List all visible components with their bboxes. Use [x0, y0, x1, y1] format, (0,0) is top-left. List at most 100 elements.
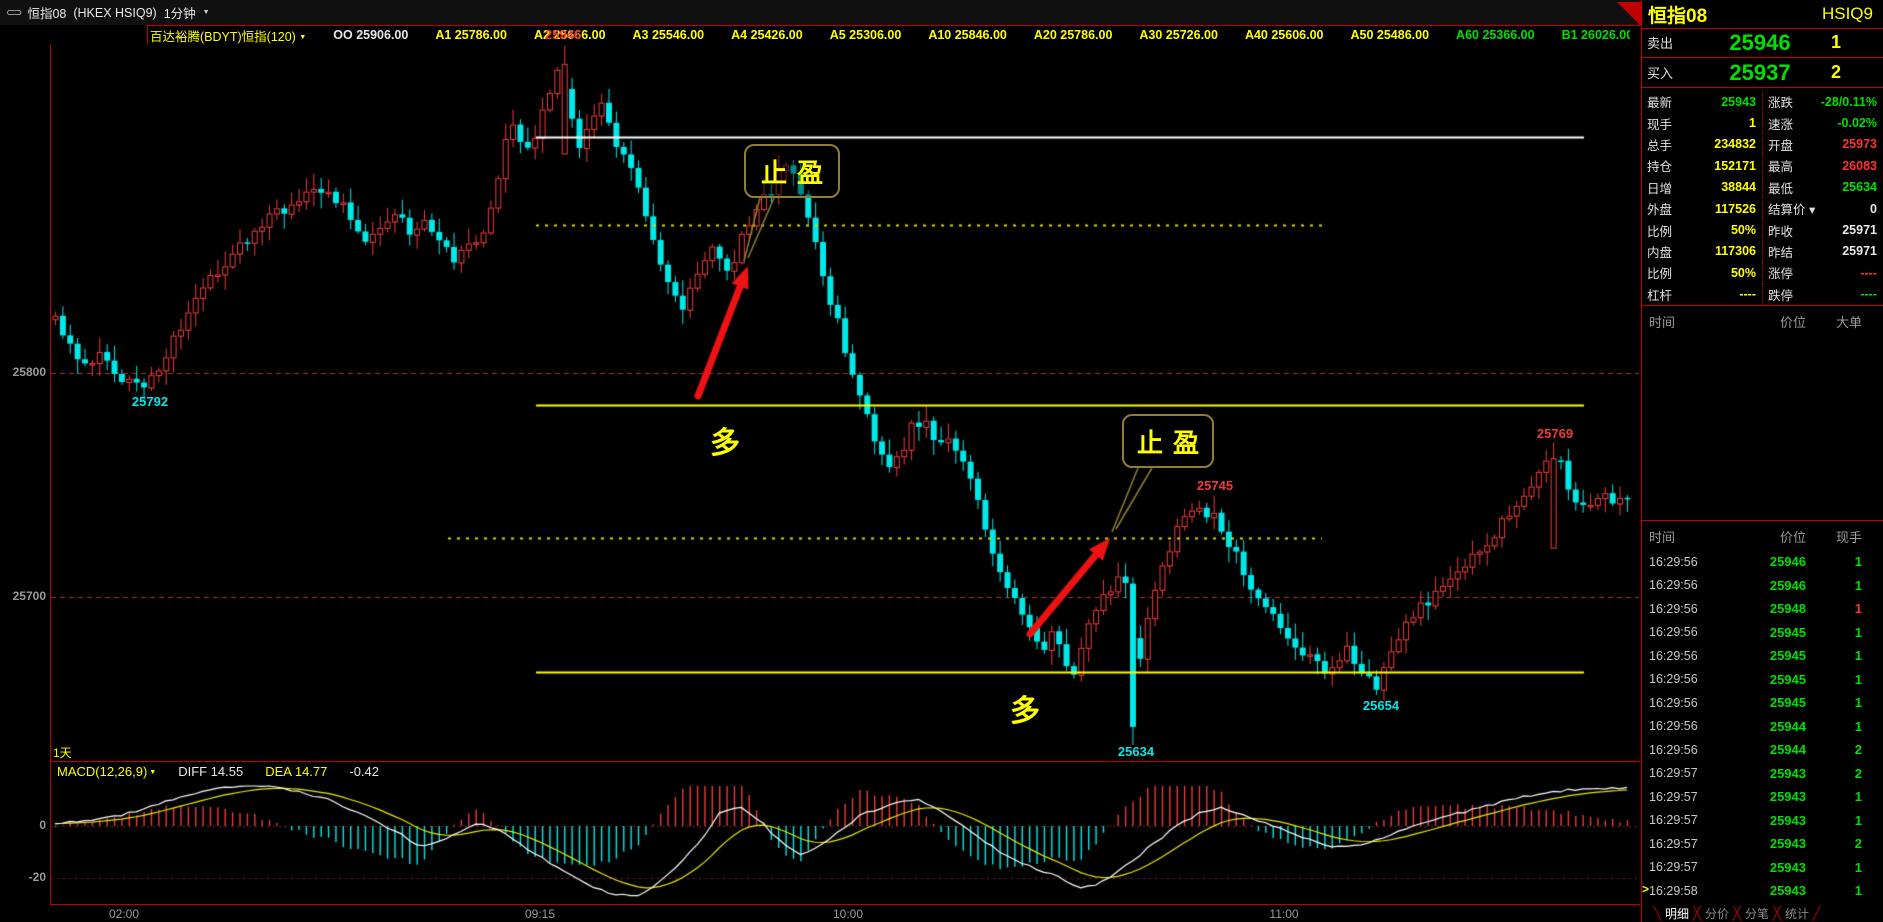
ask-price: 25946 — [1729, 29, 1791, 55]
tick-row[interactable]: 16:29:57 25943 2 — [1642, 762, 1883, 786]
stat-label: 结算价 ▾ — [1768, 203, 1816, 218]
tick-time: 16:29:56 — [1649, 601, 1698, 616]
long-signal-label: 多 — [1010, 695, 1040, 728]
tick-time: 16:29:56 — [1649, 742, 1698, 757]
ask-row[interactable]: 卖出 25946 1 — [1642, 28, 1883, 58]
chevron-down-icon[interactable]: ▼ — [203, 9, 210, 16]
tick-time: 16:29:57 — [1649, 860, 1698, 875]
stat-row: 日增 38844 最低 25634 — [1642, 176, 1883, 198]
level-item: A50 25486.00 — [1350, 28, 1430, 42]
tick-row[interactable]: 16:29:56 25944 2 — [1642, 738, 1883, 762]
stat-label: 涨停 — [1768, 267, 1794, 282]
level-item: A3 25546.00 — [632, 28, 705, 42]
tick-volume: 2 — [1854, 836, 1862, 852]
tick-volume: 1 — [1854, 624, 1862, 640]
tick-list[interactable]: 16:29:56 25946 1 16:29:56 25946 1 16:29:56 2594… — [1642, 550, 1883, 903]
x-axis-label: 10:00 — [832, 907, 864, 921]
quote-header: 恒指08 HSIQ9 — [1642, 0, 1883, 29]
stat-value: 50% — [1730, 223, 1756, 238]
window-market: (HKEX HSIQ9) — [73, 5, 157, 20]
tab-统计[interactable]: 统计 — [1773, 905, 1822, 922]
tab-分价[interactable]: 分价 — [1693, 905, 1742, 922]
tick-time: 16:29:56 — [1649, 695, 1698, 710]
tick-price: 25943 — [1769, 859, 1806, 875]
tick-row[interactable]: 16:29:57 25943 2 — [1642, 832, 1883, 856]
indicator-label: 百达裕腾(BDYT)恒指(120) — [150, 29, 296, 44]
tick-volume: 1 — [1854, 789, 1862, 805]
stat-cell-right: 结算价 ▾ 0 — [1762, 197, 1883, 220]
stat-cell-left: 持仓 152171 — [1642, 156, 1762, 175]
tick-time: 16:29:57 — [1649, 813, 1698, 828]
stat-cell-right: 最高 26083 — [1762, 155, 1883, 177]
chart-frame-top — [147, 25, 1640, 26]
window-symbol: 恒指08 — [27, 7, 67, 21]
levels-bar-left-border — [147, 25, 148, 44]
tick-price: 25943 — [1769, 836, 1806, 852]
tab-分笔[interactable]: 分笔 — [1733, 905, 1782, 922]
level-item: A10 25846.00 — [928, 28, 1007, 42]
stat-label: 涨跌 — [1768, 96, 1794, 111]
tick-price: 25945 — [1769, 695, 1806, 711]
tick-row[interactable]: 16:29:57 25943 1 — [1642, 809, 1883, 833]
tick-time: 16:29:58 — [1649, 883, 1698, 898]
stat-cell-left: 内盘 117306 — [1642, 242, 1762, 261]
stat-cell-right: 昨结 25971 — [1762, 240, 1883, 263]
level-item: OO 25906.00 — [333, 28, 409, 42]
candlestick-chart[interactable] — [0, 0, 1641, 922]
tick-row[interactable]: 16:29:56 25944 1 — [1642, 715, 1883, 739]
tick-row[interactable]: 16:29:56 25945 1 — [1642, 644, 1883, 668]
col-price: 价位 — [1779, 315, 1806, 330]
stat-value: 25634 — [1842, 180, 1877, 195]
stat-value: 25973 — [1842, 137, 1877, 152]
bid-qty: 2 — [1831, 62, 1842, 82]
tick-row[interactable]: 16:29:56 25948 1 — [1642, 597, 1883, 621]
tick-volume: 1 — [1854, 859, 1862, 875]
tick-price: 25948 — [1769, 601, 1806, 617]
stat-row: 杠杆 ---- 跌停 ---- — [1642, 283, 1883, 305]
stat-label: 最新 — [1647, 96, 1673, 111]
stat-row: 比例 50% 涨停 ---- — [1642, 262, 1883, 284]
indicator-selector[interactable]: 百达裕腾(BDYT)恒指(120) ▼ — [150, 26, 306, 44]
ask-label: 卖出 — [1647, 36, 1674, 51]
price-label: 25769 — [1536, 426, 1574, 441]
stat-cell-right: 昨收 25971 — [1762, 219, 1883, 241]
stat-value: 117306 — [1714, 244, 1756, 259]
period-badge[interactable]: 1天 — [53, 744, 72, 761]
take-profit-callout: 止盈 — [744, 144, 840, 198]
tick-row[interactable]: 16:29:56 25946 1 — [1642, 550, 1883, 574]
tick-volume: 1 — [1854, 601, 1862, 617]
long-signal-label: 多 — [710, 427, 740, 460]
tick-volume: 2 — [1854, 742, 1862, 758]
tick-row[interactable]: 16:29:57 25943 1 — [1642, 785, 1883, 809]
stat-row: 外盘 117526 结算价 ▾ 0 — [1642, 197, 1883, 220]
stat-cell-left: 日增 38844 — [1642, 178, 1762, 197]
chevron-down-icon[interactable]: ▼ — [299, 34, 306, 41]
tick-row[interactable]: 16:29:56 25945 1 — [1642, 621, 1883, 645]
stat-label: 跌停 — [1768, 288, 1794, 303]
macd-value: DIFF 14.55 — [178, 764, 244, 779]
tick-row[interactable]: 16:29:56 25945 1 — [1642, 691, 1883, 715]
stat-value: 0 — [1870, 201, 1877, 216]
tab-明细[interactable]: 明细 — [1653, 905, 1702, 922]
macd-indicator-selector[interactable]: MACD(12,26,9) ▼ — [57, 764, 156, 779]
stat-value: 25943 — [1721, 94, 1756, 109]
tick-row[interactable]: 16:29:56 25946 1 — [1642, 574, 1883, 598]
link-icon: ⊂⊃ — [6, 7, 23, 19]
bid-row[interactable]: 买入 25937 2 — [1642, 58, 1883, 88]
latest-tick-marker: > — [1642, 882, 1650, 896]
stat-row: 持仓 152171 最高 26083 — [1642, 155, 1883, 177]
tick-time: 16:29:56 — [1649, 578, 1698, 593]
stat-cell-left: 杠杆 ---- — [1642, 285, 1762, 304]
period-selector[interactable]: 1分钟 — [164, 3, 196, 22]
tick-row[interactable]: >16:29:58 25943 1 — [1642, 879, 1883, 903]
contract-code: HSIQ9 — [1821, 4, 1873, 23]
stat-label: 最低 — [1768, 181, 1794, 196]
y-axis-label: -20 — [28, 870, 46, 884]
tick-row[interactable]: 16:29:56 25945 1 — [1642, 668, 1883, 692]
tick-row[interactable]: 16:29:57 25943 1 — [1642, 856, 1883, 880]
tick-detail-header: 时间 价位 现手 — [1642, 521, 1883, 546]
tick-price: 25943 — [1769, 812, 1806, 828]
ask-qty: 1 — [1831, 32, 1842, 52]
tick-price: 25945 — [1769, 624, 1806, 640]
y-axis-label: 25800 — [12, 365, 46, 379]
